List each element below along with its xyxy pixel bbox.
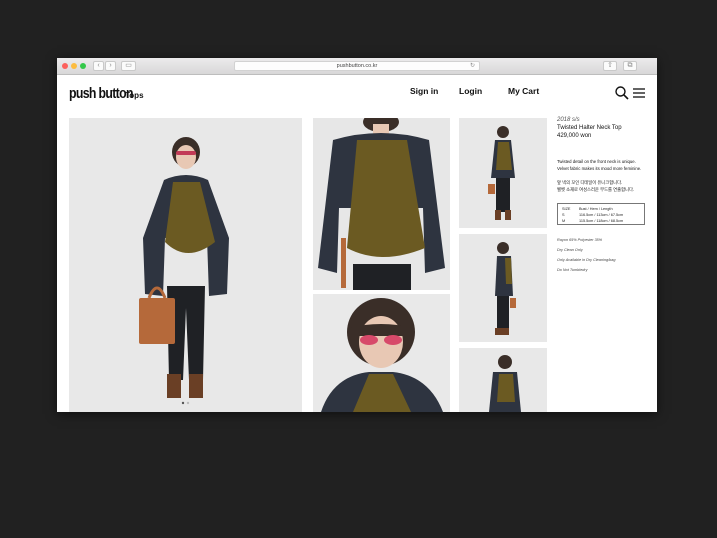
browser-toolbar: ‹ › ▭ pushbutton.co.kr ↻ ⇧ ⧉ bbox=[57, 58, 657, 75]
nav-my-cart[interactable]: My Cart bbox=[508, 86, 539, 96]
description-line: 앞 넥의 꼬인 디테일이 유니크합니다. bbox=[557, 180, 623, 185]
product-description-ko: 앞 넥의 꼬인 디테일이 유니크합니다. 벨벳 소재로 여성스러운 무드를 연출… bbox=[557, 179, 634, 193]
size-table: SIZE Bust / Hem / Length S 116.5cm / 113… bbox=[557, 203, 645, 225]
description-line: Velvet fabric makes its mood more femini… bbox=[557, 166, 642, 171]
side-photo-1[interactable] bbox=[459, 118, 547, 228]
address-bar[interactable]: pushbutton.co.kr ↻ bbox=[234, 61, 480, 71]
product-price: 429,000 won bbox=[557, 133, 592, 139]
care-note: Do Not Tumbledry bbox=[557, 268, 588, 272]
main-product-photo[interactable] bbox=[69, 118, 302, 412]
product-description-en: Twisted detail on the front neck is uniq… bbox=[557, 158, 641, 172]
care-note: Only Available in Dry Cleaning/bag bbox=[557, 258, 616, 262]
sidebar-icon[interactable]: ▭ bbox=[121, 61, 136, 71]
nav-login[interactable]: Login bbox=[459, 86, 482, 96]
product-season: 2018 s/s bbox=[557, 117, 580, 123]
search-icon[interactable] bbox=[614, 85, 630, 101]
browser-window: ‹ › ▭ pushbutton.co.kr ↻ ⇧ ⧉ push button… bbox=[57, 58, 657, 412]
tabs-icon[interactable]: ⧉ bbox=[623, 61, 637, 71]
description-line: 벨벳 소재로 여성스러운 무드를 연출합니다. bbox=[557, 187, 635, 192]
reload-icon[interactable]: ↻ bbox=[470, 62, 475, 70]
side-photo-2[interactable] bbox=[459, 234, 547, 342]
hamburger-menu-icon[interactable] bbox=[632, 86, 646, 100]
forward-icon[interactable]: › bbox=[105, 61, 116, 71]
close-window-button[interactable] bbox=[62, 63, 68, 69]
fabric-note: Rayon 65% Polyester 35% bbox=[557, 238, 603, 242]
site-logo[interactable]: push button bbox=[69, 85, 133, 102]
url-text: pushbutton.co.kr bbox=[336, 63, 378, 69]
category-title: Tops bbox=[125, 91, 144, 100]
detail-photo-closeup[interactable] bbox=[313, 294, 450, 412]
share-icon[interactable]: ⇧ bbox=[603, 61, 617, 71]
back-icon[interactable]: ‹ bbox=[93, 61, 104, 71]
care-note: Dry Clean Only bbox=[557, 248, 583, 252]
minimize-window-button[interactable] bbox=[71, 63, 77, 69]
side-photo-3[interactable] bbox=[459, 348, 547, 412]
description-line: Twisted detail on the front neck is uniq… bbox=[557, 159, 636, 164]
zoom-window-button[interactable] bbox=[80, 63, 86, 69]
detail-photo-front[interactable] bbox=[313, 118, 450, 290]
nav-sign-in[interactable]: Sign in bbox=[410, 86, 438, 96]
product-name: Twisted Halter Neck Top bbox=[557, 125, 622, 131]
